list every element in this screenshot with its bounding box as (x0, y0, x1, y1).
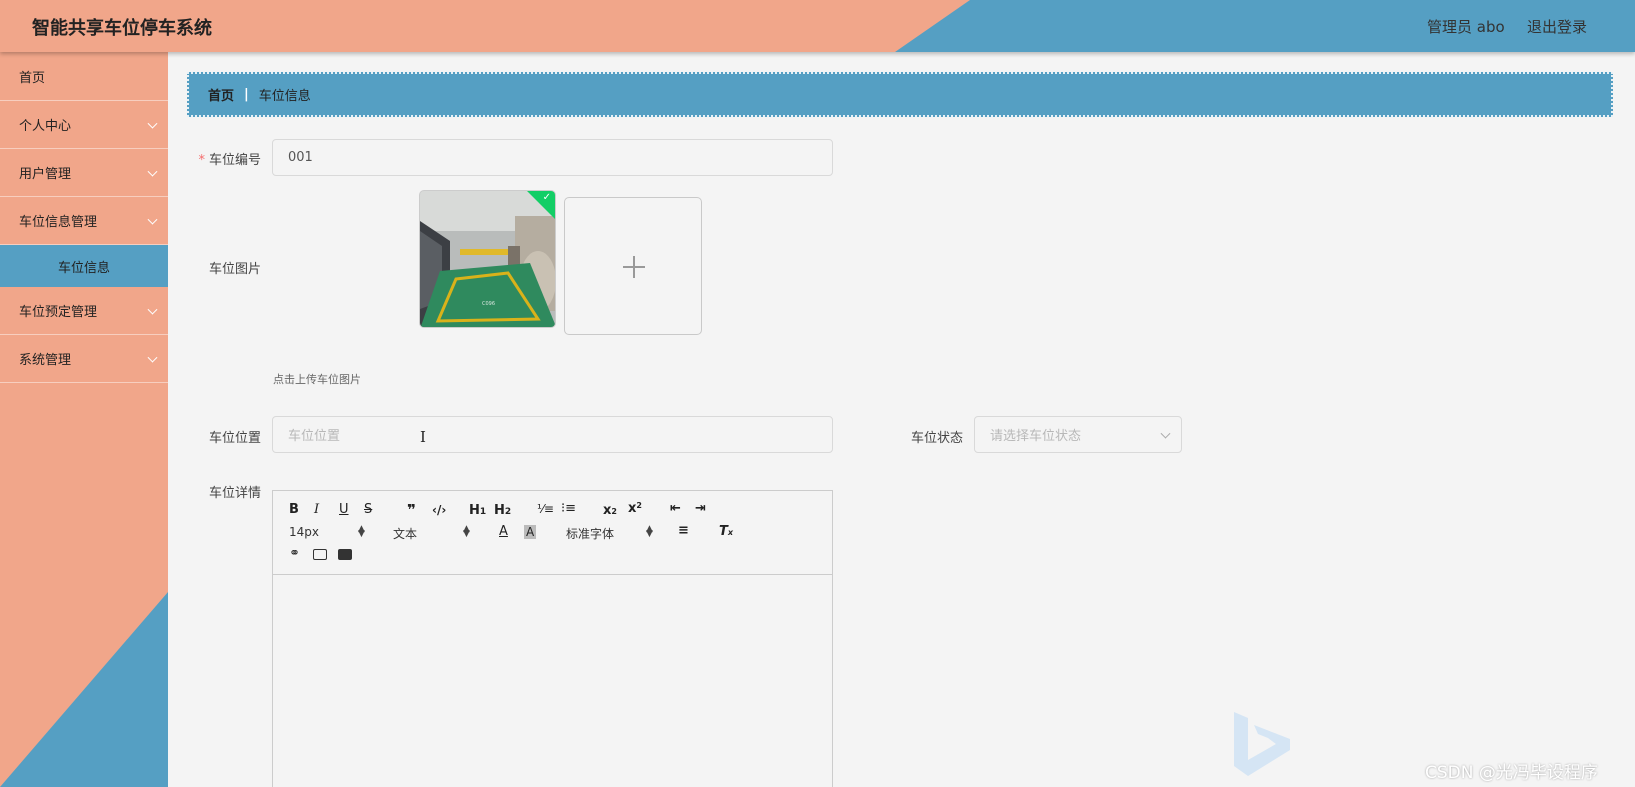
bullet-list-icon[interactable]: ⁝≡ (561, 501, 576, 516)
indent-icon[interactable]: ⇥ (695, 501, 706, 516)
strikethrough-icon[interactable]: S (364, 502, 372, 517)
updown-icon: ▲ ▼ (463, 524, 470, 539)
required-mark: * (198, 153, 205, 168)
sidebar-item-personal-center[interactable]: 个人中心 (0, 101, 168, 149)
sidebar-item-label: 用户管理 (19, 167, 72, 182)
font-family-value: 标准字体 (566, 527, 615, 541)
bing-logo-icon (1234, 712, 1290, 776)
sidebar-item-label: 车位信息管理 (19, 215, 98, 230)
detail-label: 车位详情 (208, 486, 261, 501)
sidebar-item-home[interactable]: 首页 (0, 52, 168, 101)
code-icon[interactable]: ‹/› (432, 503, 446, 517)
ordered-list-icon[interactable]: ⅟≡ (537, 502, 554, 516)
sidebar-item-label: 首页 (19, 70, 46, 86)
sidebar-item-label: 系统管理 (19, 353, 72, 368)
app-title: 智能共享车位停车系统 (32, 18, 212, 39)
location-label: 车位位置 (208, 431, 261, 446)
text-cursor-icon: I (420, 428, 426, 446)
sidebar-item-parking-info[interactable]: 车位信息 (0, 245, 168, 287)
font-family-select[interactable]: 标准字体 ▲ ▼ (566, 525, 656, 542)
subscript-icon[interactable]: x2 (603, 503, 617, 518)
sidebar-item-label: 车位预定管理 (19, 305, 98, 320)
rich-text-editor: B I U S ❞ ‹/› H1 H2 ⅟≡ ⁝≡ x2 x2 ⇤ ⇥ 14px… (272, 490, 833, 787)
updown-icon: ▲ ▼ (358, 524, 365, 539)
paragraph-select[interactable]: 文本 ▲ ▼ (393, 525, 473, 542)
font-size-value: 14px (289, 525, 319, 539)
location-field[interactable]: 车位位置 (272, 416, 833, 453)
top-header: 智能共享车位停车系统 管理员 abo 退出登录 (0, 0, 1635, 52)
paragraph-value: 文本 (393, 527, 418, 541)
sidebar-decoration (0, 592, 168, 787)
background-color-icon[interactable]: A (524, 525, 537, 539)
updown-icon: ▲ ▼ (646, 524, 653, 539)
breadcrumb: 首页 | 车位信息 (187, 72, 1613, 117)
header-accent (895, 0, 1635, 52)
sidebar-item-label: 车位信息 (58, 260, 111, 276)
editor-content-area[interactable] (273, 575, 832, 787)
editor-toolbar: B I U S ❞ ‹/› H1 H2 ⅟≡ ⁝≡ x2 x2 ⇤ ⇥ 14px… (273, 491, 832, 575)
uploaded-parking-image[interactable]: C096 ✓ (419, 190, 556, 328)
chevron-down-icon (147, 352, 158, 363)
sidebar-item-label: 个人中心 (19, 119, 72, 134)
heading-2-icon[interactable]: H2 (494, 503, 511, 518)
status-select[interactable]: 请选择车位状态 (974, 416, 1182, 453)
upload-hint: 点击上传车位图片 (273, 373, 361, 386)
plus-icon-vertical (633, 256, 635, 278)
breadcrumb-separator: | (244, 87, 249, 102)
status-label: 车位状态 (910, 431, 963, 446)
image-icon[interactable] (313, 549, 327, 560)
logout-link[interactable]: 退出登录 (1527, 16, 1587, 37)
outdent-icon[interactable]: ⇤ (670, 501, 681, 516)
sidebar-item-reservation-management[interactable]: 车位预定管理 (0, 287, 168, 335)
video-icon[interactable] (338, 549, 352, 560)
chevron-down-icon (147, 214, 158, 225)
upload-add-button[interactable] (564, 197, 702, 335)
number-field[interactable]: 001 (272, 139, 833, 176)
heading-1-icon[interactable]: H1 (469, 503, 486, 518)
check-icon: ✓ (542, 192, 551, 203)
chevron-down-icon (1160, 428, 1171, 439)
underline-icon[interactable]: U (339, 502, 349, 517)
number-label: * 车位编号 (161, 149, 261, 168)
watermark-text: CSDN @光冯毕设程序 (1425, 763, 1598, 783)
font-color-icon[interactable]: A (499, 524, 508, 539)
status-select-placeholder: 请选择车位状态 (990, 429, 1082, 444)
blockquote-icon[interactable]: ❞ (407, 501, 416, 519)
chevron-down-icon (147, 304, 158, 315)
bold-icon[interactable]: B (289, 502, 299, 517)
sidebar-item-system-management[interactable]: 系统管理 (0, 335, 168, 383)
chevron-down-icon (147, 118, 158, 129)
clear-format-icon[interactable]: Tx (719, 524, 733, 539)
link-icon[interactable]: ⚭ (289, 546, 300, 561)
sidebar-item-parking-info-management[interactable]: 车位信息管理 (0, 197, 168, 245)
align-left-icon[interactable]: ≡ (678, 523, 689, 538)
sidebar: 首页 个人中心 用户管理 车位信息管理 车位信息 车位预定管理 系统管理 (0, 52, 168, 787)
svg-text:C096: C096 (482, 301, 495, 307)
superscript-icon[interactable]: x2 (628, 501, 642, 516)
number-label-text: 车位编号 (208, 153, 261, 168)
chevron-down-icon (147, 166, 158, 177)
italic-icon[interactable]: I (314, 502, 319, 517)
breadcrumb-home[interactable]: 首页 (208, 85, 234, 104)
image-label: 车位图片 (208, 262, 261, 277)
current-user: 管理员 abo (1427, 18, 1505, 36)
parking-photo: C096 (420, 191, 555, 327)
sidebar-item-user-management[interactable]: 用户管理 (0, 149, 168, 197)
breadcrumb-current: 车位信息 (258, 89, 311, 104)
font-size-select[interactable]: 14px ▲ ▼ (289, 524, 369, 540)
